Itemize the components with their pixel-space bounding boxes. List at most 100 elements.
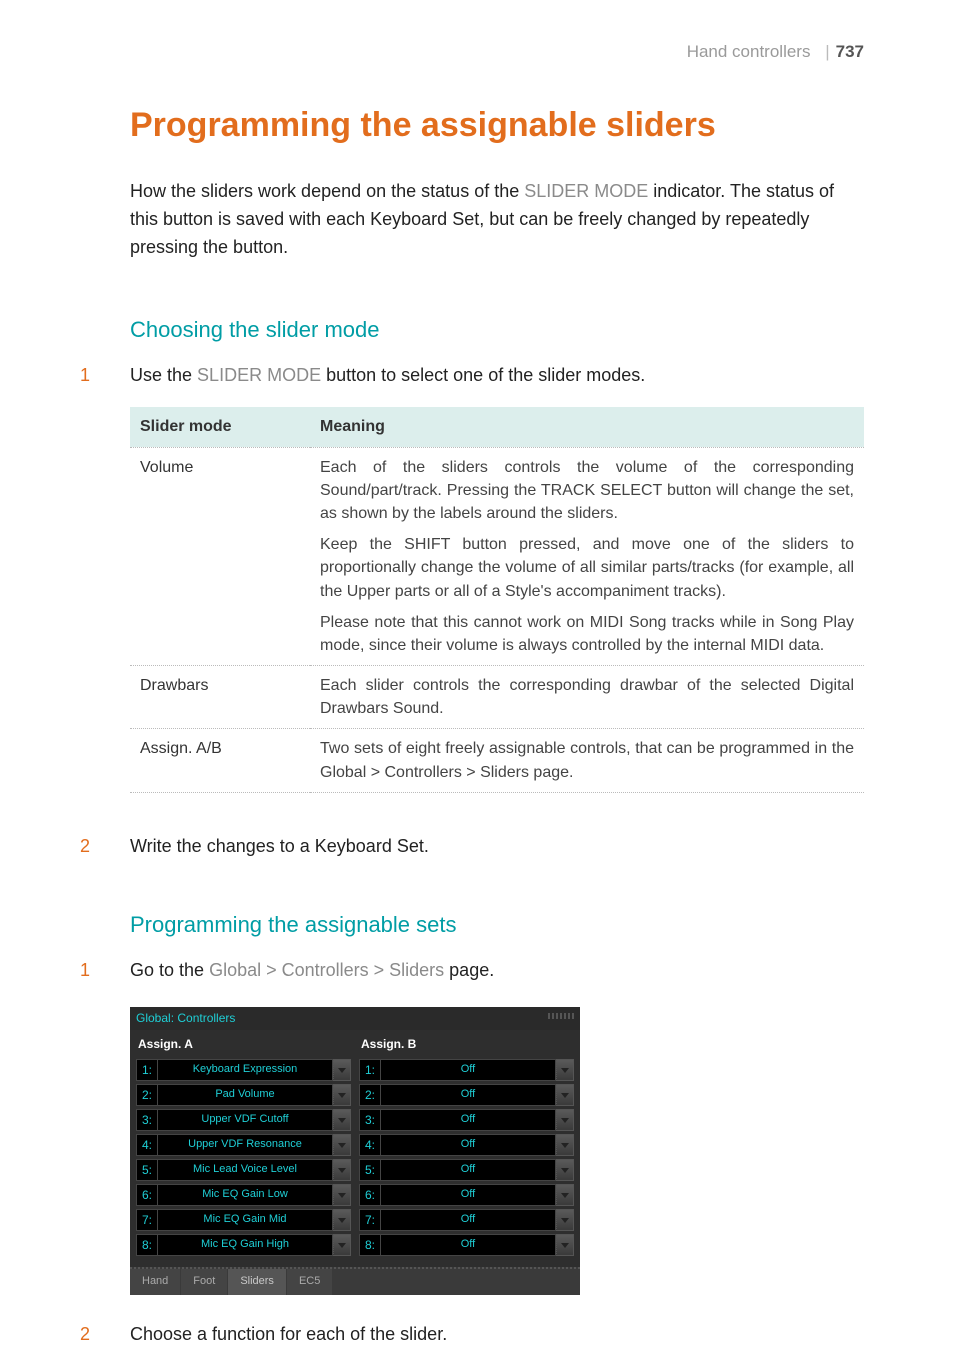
header-separator: | [825,42,829,61]
table-head-mode: Slider mode [130,407,310,447]
slider-value[interactable]: Off [381,1134,556,1156]
intro-before: How the sliders work depend on the statu… [130,181,524,201]
slider-index: 7: [136,1209,158,1231]
ui-screenshot: Global: Controllers Assign. A 1:Keyboard… [130,1007,580,1296]
slider-row: 2:Off [359,1084,574,1106]
step-1-choosing: 1 Use the SLIDER MODE button to select o… [80,362,864,390]
tab-sliders[interactable]: Sliders [228,1269,286,1295]
slider-index: 1: [359,1059,381,1081]
slider-index: 6: [359,1184,381,1206]
intro-em: SLIDER MODE [524,181,648,201]
meaning-para: Each slider controls the corresponding d… [320,674,854,720]
chevron-down-icon[interactable] [556,1084,574,1106]
slider-value[interactable]: Upper VDF Resonance [158,1134,333,1156]
slider-row: 6:Off [359,1184,574,1206]
slider-value[interactable]: Mic EQ Gain Low [158,1184,333,1206]
slider-index: 2: [136,1084,158,1106]
chevron-down-icon[interactable] [333,1209,351,1231]
table-row: Drawbars Each slider controls the corres… [130,666,864,729]
ui-tabs: Hand Foot Sliders EC5 [130,1267,580,1295]
chevron-down-icon[interactable] [556,1159,574,1181]
slider-row: 4:Off [359,1134,574,1156]
page-title: Programming the assignable sliders [130,101,864,150]
tab-hand[interactable]: Hand [130,1269,180,1295]
table-row: Volume Each of the sliders controls the … [130,447,864,666]
slider-value[interactable]: Off [381,1159,556,1181]
slider-value[interactable]: Pad Volume [158,1084,333,1106]
slider-row: 8:Mic EQ Gain High [136,1234,351,1256]
meaning-para: Keep the SHIFT button pressed, and move … [320,533,854,603]
assign-a-column: Assign. A 1:Keyboard Expression2:Pad Vol… [136,1032,351,1259]
slider-value[interactable]: Mic Lead Voice Level [158,1159,333,1181]
mode-cell: Drawbars [130,666,310,729]
meaning-cell: Each slider controls the corresponding d… [310,666,864,729]
slider-index: 5: [136,1159,158,1181]
section-heading-choosing: Choosing the slider mode [130,314,864,346]
slider-row: 5:Mic Lead Voice Level [136,1159,351,1181]
table-row: Assign. A/B Two sets of eight freely ass… [130,729,864,792]
chevron-down-icon[interactable] [333,1184,351,1206]
chevron-down-icon[interactable] [333,1234,351,1256]
step-after: button to select one of the slider modes… [321,365,645,385]
slider-index: 8: [359,1234,381,1256]
slider-row: 3:Off [359,1109,574,1131]
table-head-meaning: Meaning [310,407,864,447]
step-number: 2 [80,1321,130,1349]
slider-row: 1:Keyboard Expression [136,1059,351,1081]
slider-index: 4: [136,1134,158,1156]
ui-title-text: Global: Controllers [136,1011,235,1025]
assign-a-heading: Assign. A [136,1032,351,1059]
tab-foot[interactable]: Foot [181,1269,227,1295]
slider-value[interactable]: Off [381,1084,556,1106]
chevron-down-icon[interactable] [333,1134,351,1156]
mode-cell: Assign. A/B [130,729,310,792]
slider-mode-table: Slider mode Meaning Volume Each of the s… [130,407,864,792]
slider-value[interactable]: Off [381,1109,556,1131]
slider-index: 4: [359,1134,381,1156]
tab-ec5[interactable]: EC5 [287,1269,332,1295]
chevron-down-icon[interactable] [556,1134,574,1156]
chevron-down-icon[interactable] [333,1159,351,1181]
meaning-cell: Two sets of eight freely assignable cont… [310,729,864,792]
chevron-down-icon[interactable] [333,1059,351,1081]
step-before: Go to the [130,960,209,980]
slider-value[interactable]: Mic EQ Gain High [158,1234,333,1256]
chevron-down-icon[interactable] [556,1234,574,1256]
chevron-down-icon[interactable] [333,1084,351,1106]
slider-value[interactable]: Off [381,1184,556,1206]
slider-index: 8: [136,1234,158,1256]
slider-value[interactable]: Off [381,1234,556,1256]
chevron-down-icon[interactable] [556,1184,574,1206]
step-1-programming: 1 Go to the Global > Controllers > Slide… [80,957,864,985]
chevron-down-icon[interactable] [333,1109,351,1131]
slider-row: 4:Upper VDF Resonance [136,1134,351,1156]
slider-index: 2: [359,1084,381,1106]
step-em: Global > Controllers > Sliders [209,960,444,980]
chevron-down-icon[interactable] [556,1109,574,1131]
chevron-down-icon[interactable] [556,1209,574,1231]
assign-b-column: Assign. B 1:Off2:Off3:Off4:Off5:Off6:Off… [359,1032,574,1259]
step-text: Write the changes to a Keyboard Set. [130,833,864,861]
ui-columns: Assign. A 1:Keyboard Expression2:Pad Vol… [130,1030,580,1267]
slider-value[interactable]: Off [381,1059,556,1081]
slider-value[interactable]: Mic EQ Gain Mid [158,1209,333,1231]
slider-index: 3: [136,1109,158,1131]
step-before: Use the [130,365,197,385]
slider-row: 6:Mic EQ Gain Low [136,1184,351,1206]
step-text: Use the SLIDER MODE button to select one… [130,362,864,390]
meaning-para: Two sets of eight freely assignable cont… [320,737,854,783]
chevron-down-icon[interactable] [556,1059,574,1081]
slider-index: 7: [359,1209,381,1231]
section-heading-programming: Programming the assignable sets [130,909,864,941]
slider-row: 1:Off [359,1059,574,1081]
page-number: 737 [836,42,864,61]
slider-row: 2:Pad Volume [136,1084,351,1106]
grip-icon [548,1013,574,1019]
slider-value[interactable]: Upper VDF Cutoff [158,1109,333,1131]
slider-value[interactable]: Keyboard Expression [158,1059,333,1081]
slider-index: 1: [136,1059,158,1081]
slider-row: 8:Off [359,1234,574,1256]
meaning-cell: Each of the sliders controls the volume … [310,447,864,666]
slider-value[interactable]: Off [381,1209,556,1231]
intro-paragraph: How the sliders work depend on the statu… [130,178,864,262]
